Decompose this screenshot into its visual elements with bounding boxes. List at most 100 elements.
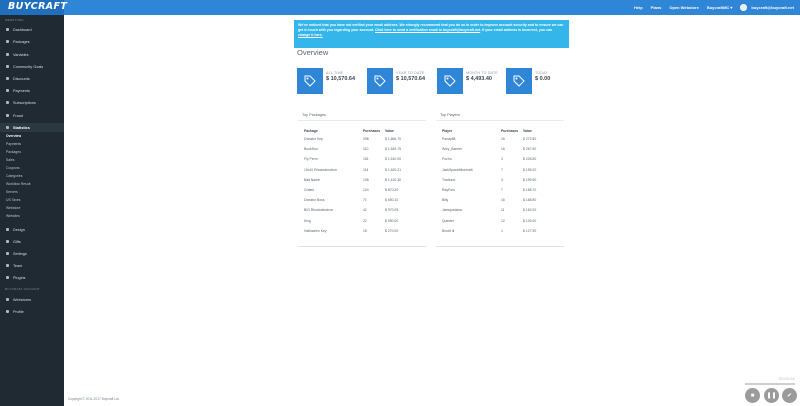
profile-icon: [6, 310, 9, 313]
footer-copyright: Copyright © 2011-2017 Buycraft Ltd.: [68, 397, 120, 401]
sidebar-item-fraud[interactable]: Fraud: [0, 111, 64, 120]
notice-text: We've noticed that you have not verified…: [298, 23, 564, 37]
plugin-icon: [6, 276, 9, 279]
stat-year-to-date: YEAR TO DATE $ 10,570.64: [367, 68, 429, 108]
subscription-icon: [6, 101, 9, 104]
table-row: Halloween Key 15 $ 270.00: [304, 228, 399, 233]
sidebar-item-dashboard[interactable]: Dashboard: [0, 25, 64, 34]
plans-link[interactable]: Plans: [651, 5, 662, 10]
logo-area: BUYCRAFT: [0, 0, 67, 15]
table-row: BIG Rhododendron 42 $ 970.05: [304, 208, 399, 213]
stat-month-to-date: MONTH TO DATE $ 4,493.40: [437, 68, 499, 108]
table-row: Brooft ill 1 $ 127.90: [442, 228, 537, 233]
top-players-table: Player Purchases Value Panay88 16 $ 272.80…: [442, 127, 557, 236]
sidebar-subitem-websites[interactable]: Websites: [0, 213, 64, 219]
table-row: Bait Name 108 $ 1,410.30: [304, 177, 402, 182]
sidebar-item-subscriptions[interactable]: Subscriptions: [0, 98, 64, 107]
sidebar-subitem-payments[interactable]: Payments: [0, 141, 64, 147]
package-icon: [6, 40, 9, 43]
tag-icon: [437, 68, 463, 94]
stop-button[interactable]: ■: [745, 388, 760, 403]
sidebar-subitem-packages[interactable]: Packages: [0, 149, 64, 155]
sidebar-item-community-goals[interactable]: Community Goals: [0, 62, 64, 71]
sidebar-item-payments[interactable]: Payments: [0, 86, 64, 95]
table-row: Donator Key 298 $ 1,666.70: [304, 137, 402, 142]
dashboard-icon: [6, 28, 9, 31]
table-row: Panay88 16 $ 272.80: [442, 137, 537, 142]
email-verification-notice: We've noticed that you have not verified…: [294, 20, 569, 48]
table-header-row: Package Purchases Value: [304, 128, 394, 133]
sidebar-item-settings[interactable]: Settings: [0, 249, 64, 258]
sidebar-subitem-workflow-result[interactable]: Workflow Result: [0, 181, 64, 187]
stat-today: TODAY $ 0.00: [506, 68, 568, 108]
help-link[interactable]: Help: [634, 5, 643, 10]
goal-icon: [6, 65, 9, 68]
gift-icon: [6, 240, 9, 243]
sidebar-item-discounts[interactable]: Discounts: [0, 74, 64, 83]
top-packages-table: Package Purchases Value Donator Key 298 $ …: [304, 127, 419, 236]
sidebar-item-profile[interactable]: Profile: [0, 307, 64, 316]
change-email-link[interactable]: change it here.: [298, 33, 323, 37]
webstore-selector-dropdown[interactable]: BuycraftMC ▾: [707, 5, 733, 10]
table-header-row: Player Purchases Value: [442, 128, 532, 133]
sidebar-item-packages[interactable]: Packages: [0, 37, 64, 46]
tag-icon: [367, 68, 393, 94]
sidebar-subitem-servers[interactable]: Servers: [0, 189, 64, 195]
fraud-icon: [6, 114, 9, 117]
sidebar-subitem-us-taxes[interactable]: US Taxes: [0, 197, 64, 203]
webstore-icon: [6, 298, 9, 301]
stop-icon: ■: [750, 392, 755, 399]
sidebar-subitem-webstore[interactable]: Webstore: [0, 205, 64, 211]
sidebar-item-plugins[interactable]: Plugins: [0, 273, 64, 282]
send-verification-link[interactable]: Click here to send a verification email …: [375, 28, 480, 32]
sidebar-item-webstores[interactable]: Webstores: [0, 295, 64, 304]
sidebar-item-team[interactable]: Team: [0, 261, 64, 270]
table-row: Tradiuno 3 $ 199.90: [442, 177, 537, 182]
table-row: Billy 16 $ 168.50: [442, 198, 537, 203]
user-menu[interactable]: buycraft@buycraft.net: [740, 4, 794, 11]
sidebar-item-variables[interactable]: Variables: [0, 50, 64, 59]
settings-icon: [6, 252, 9, 255]
avatar[interactable]: [740, 4, 748, 11]
team-icon: [6, 264, 9, 267]
confirm-button[interactable]: ✔: [782, 388, 797, 403]
table-row: Crates 124 $ 870.20: [304, 188, 399, 193]
main-content: We've noticed that you have not verified…: [64, 15, 800, 406]
table-row: Fly Perm 151 $ 1,510.00: [304, 157, 402, 162]
sidebar-subitem-overview[interactable]: Overview: [0, 133, 64, 139]
top-navigation-bar: BUYCRAFT Help Plans Open Webstore Buycra…: [0, 0, 800, 15]
page-title: Overview: [297, 48, 329, 57]
tag-icon: [506, 68, 532, 94]
design-icon: [6, 228, 9, 231]
statistics-icon: [6, 126, 9, 129]
table-row: Wizy_Banner 16 $ 267.90: [442, 147, 537, 152]
table-row: BookSun 110 $ 1,549.75: [304, 147, 402, 152]
payment-icon: [6, 89, 9, 92]
variable-icon: [6, 53, 9, 56]
top-packages-panel: Top Packages Package Purchases Value Don…: [298, 112, 426, 247]
media-progress-bar[interactable]: [745, 383, 795, 385]
buycraft-logo[interactable]: BUYCRAFT: [8, 1, 67, 12]
sidebar-item-statistics[interactable]: Statistics: [0, 123, 64, 132]
media-timestamp: 00:00:04: [779, 376, 795, 381]
sidebar-section-account: BUYCRAFT ACCOUNT: [5, 287, 40, 291]
sidebar-subitem-categories[interactable]: Categories: [0, 173, 64, 179]
table-row: Quester 12 $ 126.00: [442, 218, 537, 223]
sidebar-item-design[interactable]: Design: [0, 225, 64, 234]
table-row: King 22 $ 550.00: [304, 218, 399, 223]
sidebar-item-gifts[interactable]: Gifts: [0, 237, 64, 246]
sidebar-subitem-sales[interactable]: Sales: [0, 157, 64, 163]
pause-button[interactable]: ❚❚: [764, 388, 779, 403]
open-webstore-link[interactable]: Open Webstore: [669, 5, 699, 10]
sidebar-subitem-coupons[interactable]: Coupons: [0, 165, 64, 171]
table-row: Jamojustsina 11 $ 162.00: [442, 208, 537, 213]
user-email[interactable]: buycraft@buycraft.net: [751, 5, 794, 10]
sidebar-section-webstore: WEBSTORE: [5, 18, 24, 22]
divider: [298, 120, 426, 121]
top-players-panel: Top Players Player Purchases Value Panay…: [436, 112, 564, 247]
panel-title: Top Players: [440, 113, 460, 117]
pause-icon: ❚❚: [766, 393, 777, 399]
check-icon: ✔: [786, 393, 793, 399]
top-links: Help Plans Open Webstore BuycraftMC ▾ bu…: [634, 0, 800, 15]
table-row: JackSpaceMinecraft 7 $ 199.20: [442, 167, 537, 172]
